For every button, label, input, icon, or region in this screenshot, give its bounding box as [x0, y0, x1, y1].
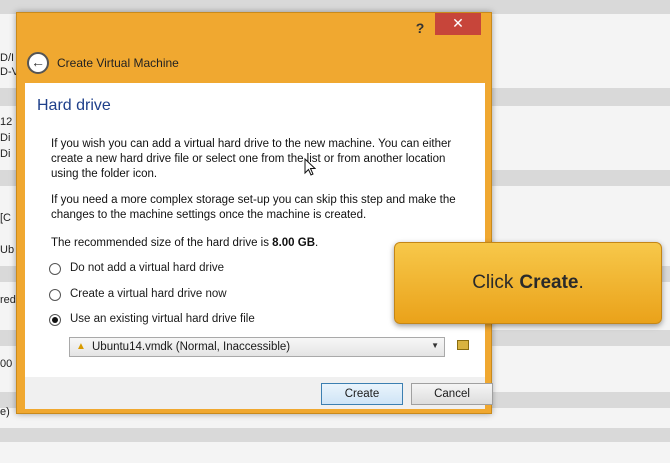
bg-text: red	[0, 294, 16, 306]
bg-text: Di	[0, 148, 11, 160]
recommend-prefix: The recommended size of the hard drive i…	[51, 237, 273, 249]
cancel-button[interactable]: Cancel	[411, 383, 493, 405]
description-paragraph: If you need a more complex storage set-u…	[51, 194, 456, 221]
arrow-left-icon: ←	[31, 54, 45, 70]
disk-file-select[interactable]: ▲ Ubuntu14.vmdk (Normal, Inaccessible) ▼	[69, 337, 445, 357]
callout-suffix: .	[578, 272, 584, 293]
create-button[interactable]: Create	[321, 383, 403, 405]
recommend-suffix: .	[315, 237, 319, 249]
wizard-navbar: ← Create Virtual Machine	[17, 43, 491, 83]
bg-text: 12	[0, 116, 13, 128]
callout-emphasis: Create	[519, 272, 579, 293]
radio-label: Create a virtual hard drive now	[70, 288, 227, 300]
help-button[interactable]: ?	[409, 17, 431, 39]
radio-button-selected[interactable]	[49, 314, 61, 326]
bg-text: Ub	[0, 244, 15, 256]
recommended-size-text: The recommended size of the hard drive i…	[51, 237, 318, 249]
bg-text: Di	[0, 132, 11, 144]
bg-text: [C	[0, 212, 11, 224]
recommend-size: 8.00 GB	[272, 237, 315, 249]
bg-row	[0, 428, 670, 442]
tutorial-callout: Click Create.	[394, 242, 662, 324]
create-vm-dialog: ? ✕ ← Create Virtual Machine Hard drive …	[16, 12, 493, 414]
folder-icon[interactable]	[457, 340, 469, 350]
disk-file-value: Ubuntu14.vmdk (Normal, Inaccessible)	[92, 341, 291, 353]
warning-icon: ▲	[76, 341, 86, 352]
radio-button[interactable]	[49, 289, 61, 301]
radio-button[interactable]	[49, 263, 61, 275]
close-button[interactable]: ✕	[435, 13, 481, 35]
bg-text: 00	[0, 358, 13, 370]
back-button[interactable]: ←	[27, 52, 49, 74]
dialog-titlebar[interactable]: ? ✕	[17, 13, 491, 43]
dialog-footer: Create Cancel	[25, 377, 493, 409]
chevron-down-icon: ▼	[431, 341, 439, 350]
callout-prefix: Click	[472, 272, 514, 293]
page-title: Hard drive	[37, 97, 111, 114]
radio-label: Do not add a virtual hard drive	[70, 262, 225, 274]
wizard-title: Create Virtual Machine	[57, 56, 179, 70]
description-paragraph: If you wish you can add a virtual hard d…	[51, 138, 452, 180]
bg-text: D/I	[0, 52, 15, 64]
bg-text: e)	[0, 406, 10, 418]
wizard-page: Hard drive If you wish you can add a vir…	[25, 83, 485, 377]
radio-label: Use an existing virtual hard drive file	[70, 313, 255, 325]
